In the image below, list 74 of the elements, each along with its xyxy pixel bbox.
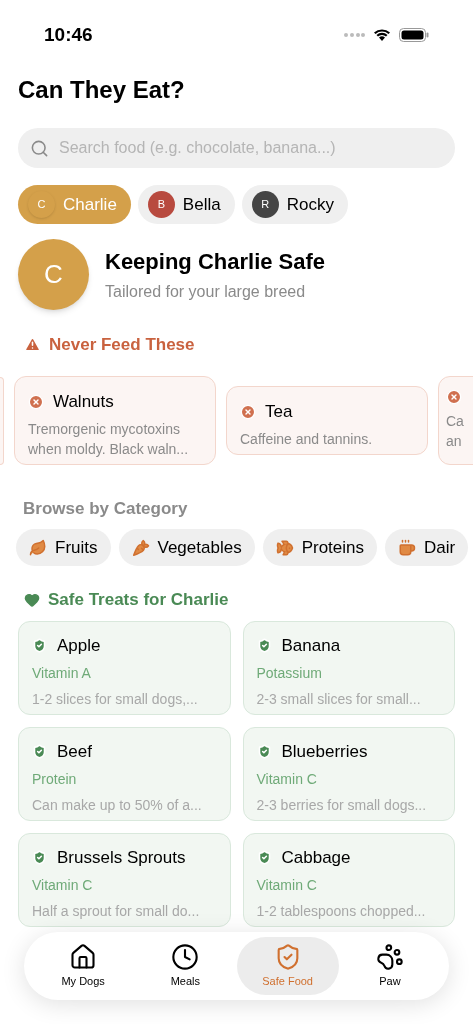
cup-icon (398, 538, 416, 557)
tab-item[interactable]: Paw (338, 937, 441, 995)
food-description: Tremorgenic mycotoxins when moldy. Black waln... (28, 419, 190, 459)
food-name: Blueberries (281, 740, 368, 763)
profile-avatar: C (18, 239, 89, 310)
nutrient-label: Potassium (256, 664, 323, 683)
x-icon (446, 389, 462, 405)
food-name: Brussels Sprouts (57, 846, 186, 869)
serving-note: 1-2 tablespoons chopped... (256, 902, 427, 921)
dog-chip[interactable]: B Bella (137, 185, 235, 224)
shield-check-icon (256, 849, 272, 865)
nutrient-label: Vitamin A (32, 664, 92, 683)
category-chip[interactable]: Vegetables (118, 529, 255, 566)
tab-item[interactable]: Meals (134, 937, 237, 995)
status-time: 10:46 (44, 22, 93, 47)
category-chip[interactable]: Proteins (262, 529, 377, 566)
shield-check-icon (256, 637, 272, 653)
food-name: Banana (281, 634, 341, 657)
section-heading: Browse by Category (22, 497, 189, 520)
search-icon (30, 138, 49, 158)
shield-check-icon (256, 743, 272, 759)
treat-card[interactable]: Apple Vitamin A 1-2 slices for small dogs,... (18, 620, 231, 715)
category-chip[interactable]: Dair (385, 529, 469, 566)
search-input[interactable]: Search food (e.g. chocolate, banana...) (59, 136, 443, 160)
nutrient-label: Vitamin C (256, 770, 318, 789)
nutrient-label: Protein (32, 770, 78, 789)
food-description: Caffeine and tannins. (240, 429, 374, 449)
food-description: Ca an (446, 412, 464, 451)
shield-check-icon (32, 637, 47, 653)
nutrient-label: Vitamin C (256, 876, 318, 895)
profile-subtitle: Tailored for your large breed (105, 282, 307, 302)
dog-avatar: R (251, 191, 279, 218)
leaf-icon (29, 538, 47, 557)
danger-card[interactable]: Walnuts Tremorgenic mycotoxins when moldy. Black waln... (14, 376, 216, 465)
treat-card[interactable]: Beef Protein Can make up to 50% of a... (18, 726, 231, 821)
signal-icon (343, 32, 365, 38)
x-icon (240, 403, 256, 420)
treat-card[interactable]: Blueberries Vitamin C 2-3 berries for small dogs... (242, 726, 455, 821)
page-title: Can They Eat? (17, 75, 186, 105)
tab-item[interactable]: My Dogs (32, 937, 135, 995)
treat-card[interactable]: Banana Potassium 2-3 small slices for small... (242, 620, 455, 715)
serving-note: 1-2 slices for small dogs,... (32, 690, 199, 709)
food-name: Walnuts (53, 391, 114, 413)
section-heading: Never Feed These (49, 334, 195, 356)
serving-note: 2-3 berries for small dogs... (256, 796, 428, 815)
fish-icon (275, 538, 294, 557)
shield-check-icon (32, 849, 47, 865)
danger-card[interactable]: Tea Caffeine and tannins. (226, 386, 428, 455)
serving-note: Can make up to 50% of a... (32, 796, 203, 815)
clock-icon (171, 942, 200, 971)
house-icon (69, 942, 98, 971)
wifi-icon (373, 28, 391, 42)
search-field[interactable]: Search food (e.g. chocolate, banana...) (18, 128, 455, 168)
category-chip[interactable]: Fruits (16, 529, 111, 566)
heart-icon (24, 591, 40, 608)
x-icon (28, 393, 44, 410)
dog-avatar: B (147, 191, 175, 218)
carrot-icon (131, 538, 150, 557)
food-name: Tea (265, 401, 293, 423)
profile-title: Keeping Charlie Safe (105, 248, 326, 276)
serving-note: Half a sprout for small do... (32, 902, 201, 921)
battery-icon (399, 28, 429, 42)
shield-check-icon (32, 743, 47, 759)
nutrient-label: Vitamin C (32, 876, 94, 895)
serving-note: 2-3 small slices for small... (256, 690, 422, 709)
food-name: Apple (57, 634, 101, 657)
paw-icon (375, 942, 404, 971)
food-name: Beef (57, 740, 92, 763)
section-heading: Safe Treats for Charlie (48, 589, 229, 611)
dog-avatar: C (28, 191, 55, 218)
food-name: Cabbage (281, 846, 351, 869)
treat-card[interactable]: Cabbage Vitamin C 1-2 tablespoons chopped... (242, 832, 455, 927)
dog-chip[interactable]: R Rocky (241, 185, 348, 224)
treat-card[interactable]: Brussels Sprouts Vitamin C Half a sprout for small do... (18, 832, 231, 927)
